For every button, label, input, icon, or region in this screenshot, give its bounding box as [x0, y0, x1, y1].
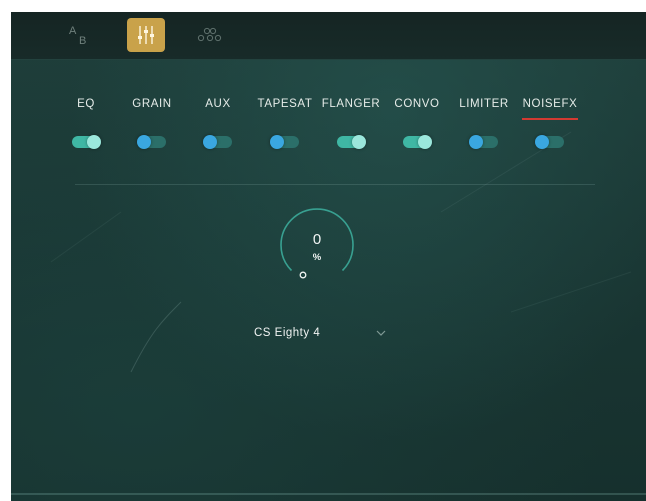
ab-compare-button[interactable]: A B — [61, 18, 99, 52]
toggle-convo[interactable] — [403, 135, 432, 149]
tab-tapesat[interactable]: TAPESAT — [258, 98, 313, 110]
toggle-eq[interactable] — [72, 135, 101, 149]
toggle-limiter[interactable] — [469, 135, 498, 149]
tab-aux[interactable]: AUX — [205, 98, 230, 110]
toggle-tapesat[interactable] — [270, 135, 299, 149]
toggle-aux[interactable] — [203, 135, 232, 149]
ab-compare-icon: A B — [69, 25, 86, 47]
section-divider — [75, 184, 595, 185]
bottom-edge-line — [11, 493, 646, 495]
dial-unit: % — [312, 252, 322, 263]
toggle-noisefx[interactable] — [535, 135, 564, 149]
dial-handle[interactable] — [299, 271, 307, 279]
tab-eq[interactable]: EQ — [77, 98, 95, 110]
mixer-sliders-icon — [138, 26, 154, 44]
dial-value: 0 — [312, 231, 322, 248]
selected-tab-underline — [522, 118, 578, 120]
svg-text:A: A — [69, 25, 77, 37]
nodes-button[interactable] — [191, 18, 229, 52]
tab-limiter[interactable]: LIMITER — [459, 98, 509, 110]
toggle-grain[interactable] — [137, 135, 166, 149]
tab-grain[interactable]: GRAIN — [132, 98, 171, 110]
top-toolbar: A B — [11, 12, 646, 60]
mixer-button[interactable] — [127, 18, 165, 52]
svg-text:B: B — [79, 35, 86, 47]
toggle-flanger[interactable] — [337, 135, 366, 149]
tab-convo[interactable]: CONVO — [394, 98, 439, 110]
tab-noisefx[interactable]: NOISEFX — [523, 98, 578, 110]
plugin-panel: A B EQ GRAIN AUX TAPESAT FLANGER CONVO L… — [11, 12, 646, 501]
nodes-icon — [197, 27, 222, 42]
preset-name[interactable]: CS Eighty 4 — [254, 327, 320, 339]
tab-flanger[interactable]: FLANGER — [322, 98, 381, 110]
chevron-down-icon[interactable] — [375, 327, 387, 339]
